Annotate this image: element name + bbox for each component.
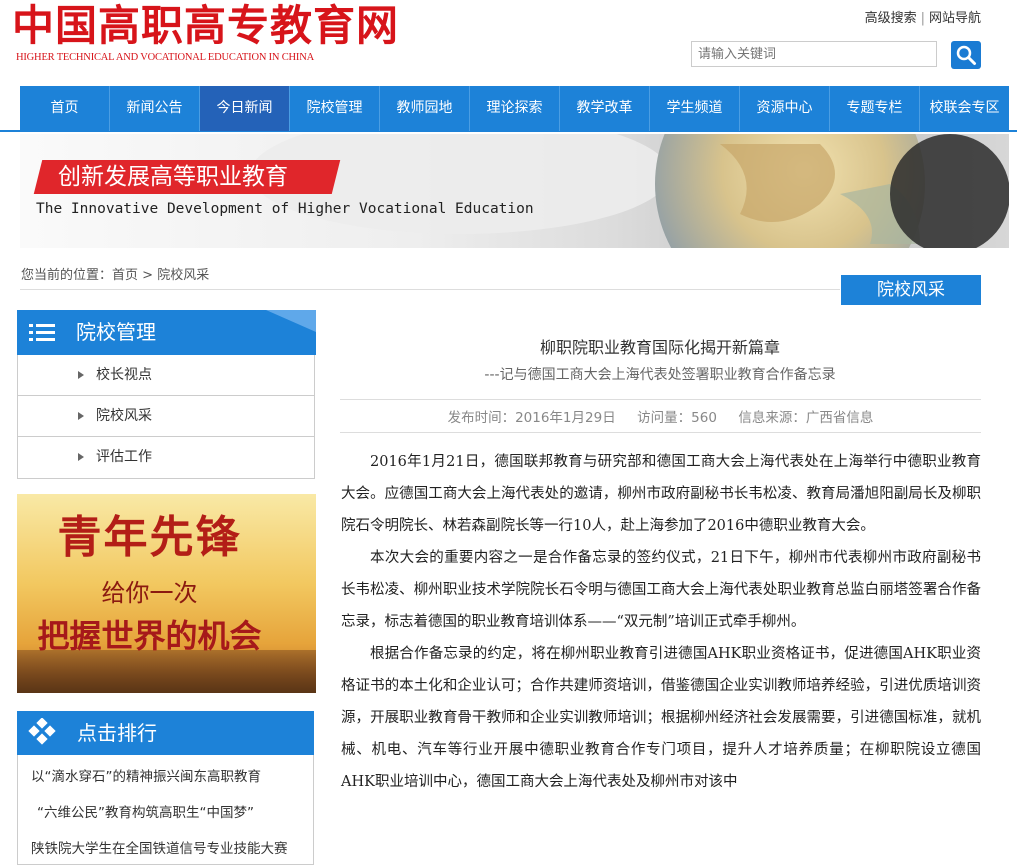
ranking-item[interactable]: 以“滴水穿石”的精神振兴闽东高职教育 [31,765,261,785]
nav-item-1[interactable]: 新闻公告 [110,86,200,131]
sidebar-title: 院校管理 [76,320,156,344]
ranking-item[interactable]: “六维公民”教育构筑高职生“中国梦” [37,801,254,821]
article-title: 柳职院职业教育国际化揭开新篇章 [539,338,780,357]
breadcrumb: 您当前的位置：首页 > 院校风采 [21,264,209,283]
search-input[interactable] [691,41,937,67]
nav-item-5[interactable]: 理论探索 [470,86,560,131]
triangle-right-icon [78,453,84,461]
nav-item-7[interactable]: 学生频道 [650,86,740,131]
nav-item-9[interactable]: 专题专栏 [830,86,920,131]
sidebar-item-label: 院校风采 [96,408,152,424]
ranking-header [17,711,314,755]
nav-item-0[interactable]: 首页 [20,86,110,131]
publish-date: 2016年1月29日 [515,410,616,426]
breadcrumb-current[interactable]: 院校风采 [157,268,209,283]
visit-count: 560 [691,410,717,426]
nav-item-8[interactable]: 资源中心 [740,86,830,131]
ranking-list: 以“滴水穿石”的精神振兴闽东高职教育 “六维公民”教育构筑高职生“中国梦” 陕铁… [17,755,314,865]
site-logo-english: HIGHER TECHNICAL AND VOCATIONAL EDUCATIO… [16,52,314,63]
article-paragraph: 本次大会的重要内容之一是合作备忘录的签约仪式，21日下午，柳州市代表柳州市政府副… [341,550,981,630]
sidebar-item-label: 校长视点 [96,367,152,383]
article-paragraph: 根据合作备忘录的约定，将在柳州职业教育引进德国AHK职业资格证书，促进德国AHK… [341,646,981,790]
search-icon [956,45,976,65]
ad-headline: 青年先锋 [57,512,242,563]
breadcrumb-separator: > [142,268,154,283]
main-nav: 首页 新闻公告 今日新闻 院校管理 教师园地 理论探索 教学改革 学生频道 资源中心 专题专栏 校联… [20,86,1009,131]
banner-title-cn: 创新发展高等职业教育 [58,164,288,190]
diamond-icon [28,718,56,745]
triangle-right-icon [78,412,84,420]
sidebar-menu: 校长视点 院校风采 评估工作 [17,355,315,479]
sidebar-header-corner [266,310,316,332]
article-paragraph: 2016年1月21日，德国联邦教育与研究部和德国工商大会上海代表处在上海举行中德… [341,454,981,534]
nav-item-6[interactable]: 教学改革 [560,86,650,131]
site-navigation-link[interactable]: 网站导航 [929,11,981,26]
section-tag: 院校风采 [841,275,981,305]
ranking-title: 点击排行 [77,721,157,745]
sidebar-item-principal-view[interactable]: 校长视点 [18,355,314,396]
ad-tagline: 把握世界的机会 [37,617,262,655]
breadcrumb-home[interactable]: 首页 [112,268,138,283]
top-links: 高级搜索 | 网站导航 [865,7,981,26]
article-body: 2016年1月21日，德国联邦教育与研究部和德国工商大会上海代表处在上海举行中德… [341,446,981,798]
visits-label: 访问量： [637,410,692,426]
source-label: 信息来源： [738,410,806,426]
breadcrumb-divider [20,289,840,290]
article-divider [340,432,981,433]
article-meta: 发布时间：2016年1月29日 访问量：560 信息来源：广西省信息 [340,406,981,426]
triangle-right-icon [78,371,84,379]
breadcrumb-prefix: 您当前的位置： [21,268,113,283]
advanced-search-link[interactable]: 高级搜索 [865,11,917,26]
publish-label: 发布时间： [447,410,516,426]
sidebar-item-label: 评估工作 [96,449,152,465]
nav-item-4[interactable]: 教师园地 [380,86,470,131]
nav-item-2[interactable]: 今日新闻 [200,86,290,131]
nav-item-10[interactable]: 校联会专区 [920,86,1009,131]
article-source: 广西省信息 [805,410,874,426]
sidebar-item-evaluation[interactable]: 评估工作 [18,437,314,478]
ranking-item[interactable]: 陕铁院大学生在全国铁道信号专业技能大赛 [31,837,288,857]
banner-title-en: The Innovative Development of Higher Voc… [36,201,534,217]
search-button[interactable] [951,41,981,69]
list-icon [29,324,55,341]
article-divider [340,399,981,400]
site-logo[interactable]: 中国高职高专教育网 [12,2,399,50]
ad-subline: 给你一次 [101,579,198,607]
article-subtitle: ---记与德国工商大会上海代表处签署职业教育合作备忘录 [484,367,836,383]
sidebar-item-school-style[interactable]: 院校风采 [18,396,314,437]
link-divider: | [920,11,925,26]
nav-item-3[interactable]: 院校管理 [290,86,380,131]
